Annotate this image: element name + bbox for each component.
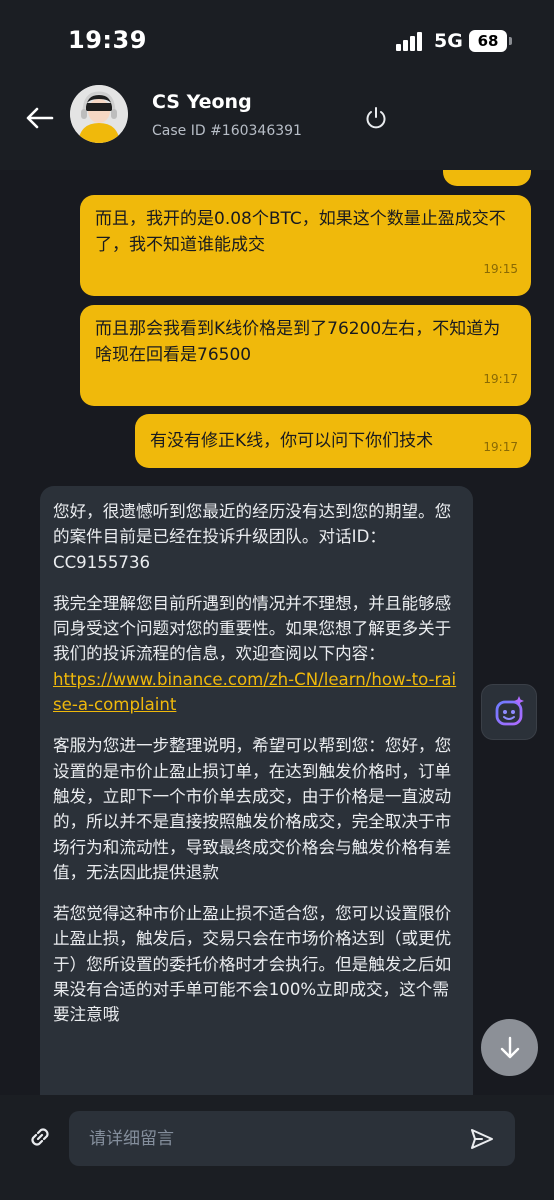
message-paragraph: 客服为您进一步整理说明，希望可以帮到您：您好，您设置的是市价止盈止损订单，在达到…: [53, 736, 452, 882]
message-text: 而且那会我看到K线价格是到了76200左右，不知道为啥现在回看是76500: [95, 319, 501, 365]
message-bubble-incoming: 您好，很遗憾听到您最近的经历没有达到您的期望。您的案件目前是已经在投诉升级团队。…: [40, 486, 473, 1095]
status-time: 19:39: [68, 26, 147, 54]
message-text: 而且，我开的是0.08个BTC，如果这个数量止盈成交不了，我不知道谁能成交: [95, 209, 506, 255]
message-bubble-outgoing: 而且，我开的是0.08个BTC，如果这个数量止盈成交不了，我不知道谁能成交 19…: [80, 195, 531, 296]
network-label: 5G: [434, 30, 463, 52]
signal-icon: [396, 31, 426, 51]
back-arrow-icon: [26, 107, 54, 129]
power-icon: [366, 107, 386, 129]
ai-assistant-button[interactable]: [481, 684, 537, 740]
message-input[interactable]: [89, 1111, 449, 1166]
ai-assistant-icon: [495, 696, 524, 726]
send-button[interactable]: [466, 1123, 498, 1155]
message-bubble-outgoing: 有没有修正K线，你可以问下你们技术 19:17: [135, 414, 531, 468]
status-bar: 19:39 5G 68: [0, 0, 554, 82]
message-paragraph: 若您觉得这种市价止盈止损不适合您，您可以设置限价止盈止损，触发后，交易只会在市场…: [53, 904, 452, 1025]
arrow-down-icon: [500, 1036, 519, 1058]
chat-header: CS Yeong Case ID #160346391: [0, 82, 554, 170]
battery-icon: 68: [469, 30, 507, 52]
complaint-link[interactable]: https://www.binance.com/zh-CN/learn/how-…: [53, 670, 456, 714]
case-id: Case ID #160346391: [152, 123, 302, 139]
message-input-box[interactable]: [69, 1111, 515, 1166]
message-paragraph: 我完全理解您目前所遇到的情况并不理想，并且能够感同身受这个问题对您的重要性。如果…: [53, 591, 459, 717]
message-bubble-partial: [443, 170, 531, 186]
agent-name: CS Yeong: [152, 91, 252, 113]
input-bar: [0, 1095, 554, 1200]
message-text: 有没有修正K线，你可以问下你们技术: [150, 431, 434, 451]
message-bubble-outgoing: 而且那会我看到K线价格是到了76200左右，不知道为啥现在回看是76500 19…: [80, 305, 531, 406]
back-button[interactable]: [20, 98, 60, 138]
message-paragraph: 您好，很遗憾听到您最近的经历没有达到您的期望。您的案件目前是已经在投诉升级团队。…: [53, 502, 452, 572]
send-icon: [471, 1129, 493, 1149]
attach-button[interactable]: [22, 1119, 58, 1155]
agent-avatar-icon: [70, 85, 128, 143]
battery-tip: [509, 37, 512, 45]
link-icon: [31, 1128, 49, 1146]
message-paragraph-text: 我完全理解您目前所遇到的情况并不理想，并且能够感同身受这个问题对您的重要性。如果…: [53, 593, 452, 664]
message-time: 19:17: [483, 372, 518, 386]
scroll-to-bottom-button[interactable]: [481, 1019, 538, 1076]
end-chat-button[interactable]: [360, 102, 392, 134]
message-time: 19:15: [483, 262, 518, 276]
message-time: 19:17: [483, 440, 518, 454]
avatar: [70, 85, 128, 143]
chat-messages[interactable]: 而且，我开的是0.08个BTC，如果这个数量止盈成交不了，我不知道谁能成交 19…: [0, 170, 554, 1095]
